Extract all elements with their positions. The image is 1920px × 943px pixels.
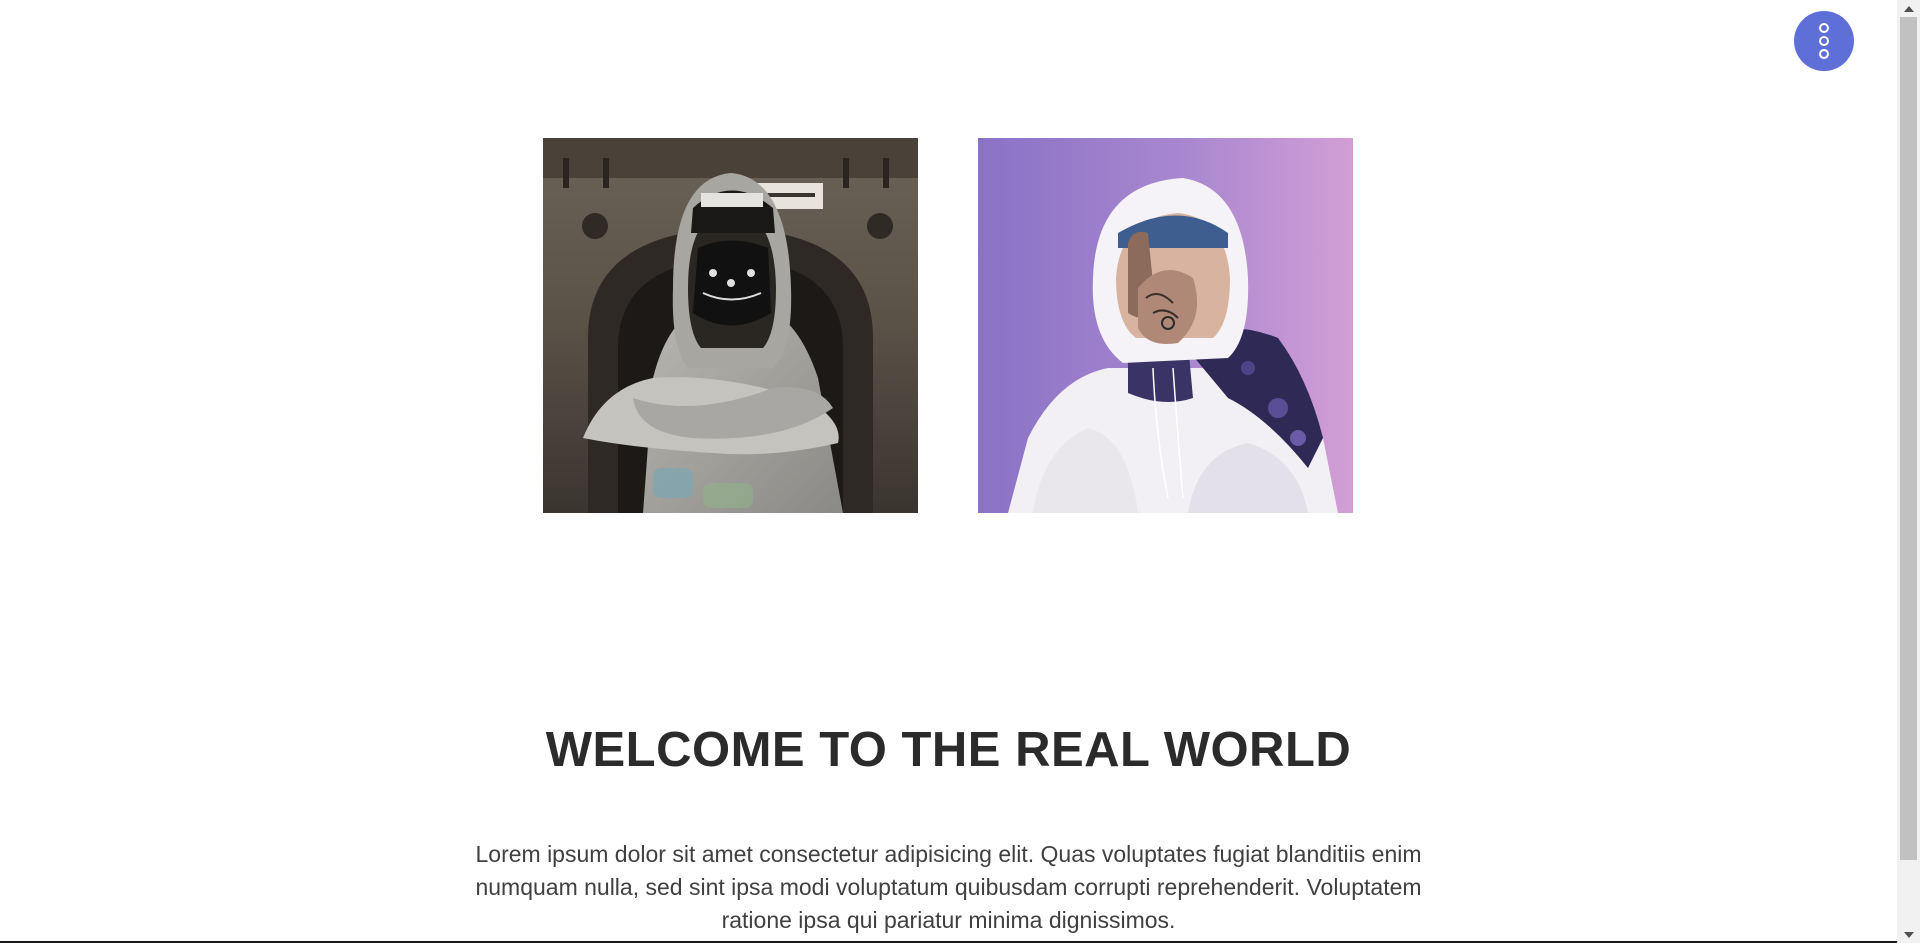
menu-button[interactable] bbox=[1794, 11, 1854, 71]
dot bbox=[1819, 23, 1829, 33]
vertical-scrollbar[interactable] bbox=[1897, 0, 1920, 943]
vertical-dots-icon bbox=[1819, 23, 1829, 59]
arrow-up-icon bbox=[1903, 5, 1914, 12]
scroll-up-button[interactable] bbox=[1897, 0, 1920, 17]
viewport: WELCOME TO THE REAL WORLD Lorem ipsum do… bbox=[0, 0, 1897, 941]
masked-man-grey-hoodie-photo bbox=[543, 138, 918, 513]
dot bbox=[1819, 49, 1829, 59]
tattooed-man-white-hoodie-purple-photo bbox=[978, 138, 1353, 513]
welcome-text: Lorem ipsum dolor sit amet consectetur a… bbox=[475, 841, 1422, 933]
page: WELCOME TO THE REAL WORLD Lorem ipsum do… bbox=[0, 0, 1920, 943]
dot bbox=[1819, 36, 1829, 46]
welcome-title: WELCOME TO THE REAL WORLD bbox=[545, 723, 1352, 777]
arrow-down-icon bbox=[1903, 931, 1914, 938]
scroll-down-button[interactable] bbox=[1897, 926, 1920, 943]
scroll-thumb[interactable] bbox=[1900, 17, 1917, 860]
